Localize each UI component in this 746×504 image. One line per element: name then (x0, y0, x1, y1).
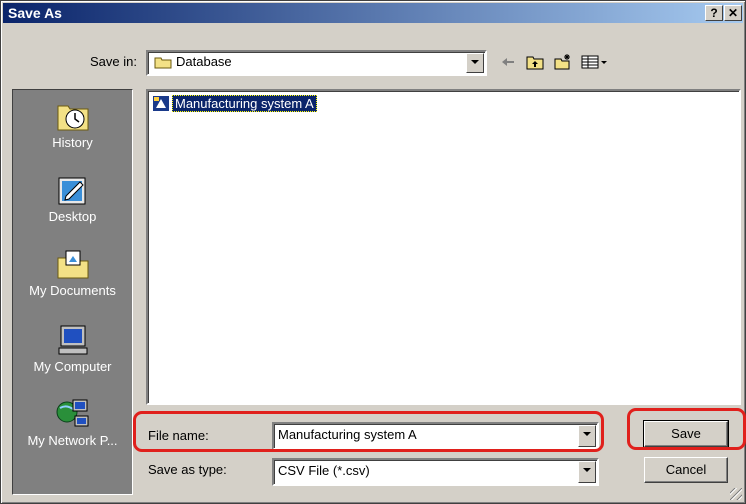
save-in-dropdown-button[interactable] (466, 53, 484, 73)
place-history[interactable]: History (13, 100, 132, 150)
file-list[interactable]: Manufacturing system A (146, 89, 741, 405)
save-in-combo[interactable]: Database (146, 50, 487, 76)
save-in-label: Save in: (90, 54, 137, 69)
save-in-value: Database (176, 54, 232, 69)
history-icon (56, 100, 90, 132)
cancel-button[interactable]: Cancel (644, 457, 728, 483)
my-documents-icon (56, 248, 90, 280)
place-label: My Documents (29, 283, 116, 298)
save-button-highlight (627, 408, 746, 450)
place-network[interactable]: My Network P... (13, 398, 132, 448)
desktop-icon (56, 174, 90, 206)
help-button[interactable]: ? (705, 5, 723, 21)
database-file-icon (152, 95, 170, 112)
save-as-type-value: CSV File (*.csv) (278, 463, 370, 478)
save-as-type-select[interactable]: CSV File (*.csv) (272, 458, 599, 486)
save-as-type-dropdown-button[interactable] (578, 461, 596, 483)
title-bar[interactable]: Save As ? ✕ (3, 3, 743, 23)
resize-grip[interactable] (730, 488, 742, 500)
new-folder-icon[interactable] (553, 53, 573, 71)
place-my-documents[interactable]: My Documents (13, 248, 132, 298)
close-button[interactable]: ✕ (724, 5, 742, 21)
place-desktop[interactable]: Desktop (13, 174, 132, 224)
file-name-highlight (133, 411, 604, 452)
place-label: History (52, 135, 93, 150)
my-computer-icon (56, 324, 90, 356)
save-as-type-label: Save as type: (148, 462, 227, 477)
place-label: Desktop (48, 209, 97, 224)
dialog-title: Save As (8, 5, 62, 21)
network-places-icon (56, 398, 90, 430)
file-name: Manufacturing system A (172, 95, 317, 112)
up-folder-icon[interactable] (525, 53, 545, 71)
place-my-computer[interactable]: My Computer (13, 324, 132, 374)
place-label: My Network P... (27, 433, 118, 448)
view-menu-icon[interactable] (580, 53, 610, 71)
places-bar: History Desktop My Documents My Computer… (12, 89, 133, 495)
place-label: My Computer (33, 359, 112, 374)
folder-icon (154, 56, 172, 69)
back-arrow-icon[interactable] (498, 53, 518, 71)
